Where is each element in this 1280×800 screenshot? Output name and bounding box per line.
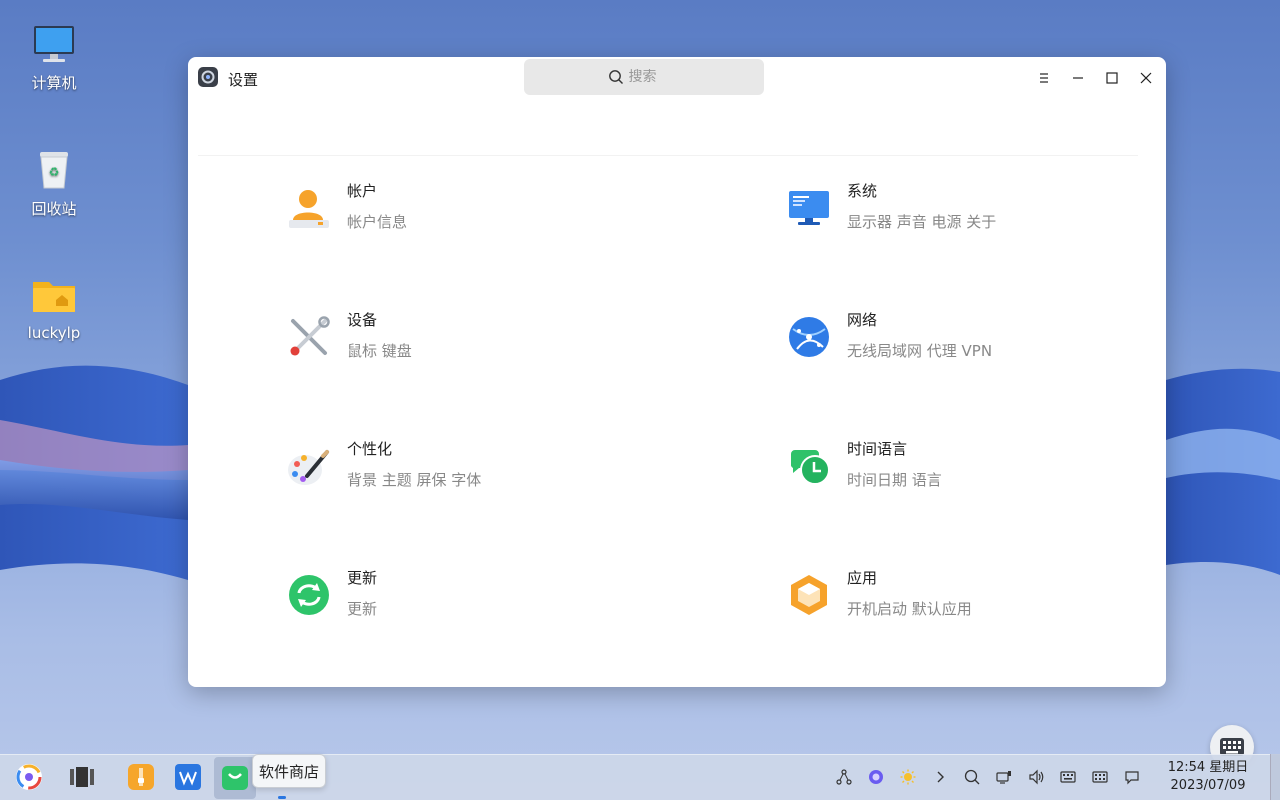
tray-network-share[interactable] (834, 767, 854, 787)
tray-brightness[interactable] (898, 767, 918, 787)
trash-icon: ♻ (40, 152, 68, 189)
settings-item-update[interactable]: 更新 更新 (287, 567, 687, 627)
desktop-icon-computer[interactable]: 计算机 (14, 20, 94, 93)
clock[interactable]: 12:54 星期日 2023/07/09 (1166, 759, 1250, 795)
item-title: 时间语言 (847, 440, 908, 458)
message-icon (1125, 771, 1139, 785)
keyboard-grid-icon (1092, 771, 1108, 783)
show-desktop-button[interactable] (1270, 754, 1280, 800)
item-subtitle: 帐户信息 (347, 213, 408, 231)
search-box[interactable] (524, 59, 764, 95)
globe-icon (789, 317, 829, 357)
item-subtitle: 鼠标 键盘 (347, 342, 412, 360)
tray-app-status[interactable] (866, 767, 886, 787)
refresh-icon (289, 575, 329, 615)
settings-item-account[interactable]: 帐户 帐户信息 (287, 180, 687, 240)
archive-app-icon (128, 764, 154, 790)
item-title: 更新 (347, 569, 378, 587)
tray-wired-network[interactable] (994, 767, 1014, 787)
settings-app-icon (198, 67, 218, 87)
store-bag-icon (222, 766, 248, 790)
item-subtitle: 时间日期 语言 (847, 471, 942, 489)
content-divider (198, 155, 1138, 156)
clock-time: 12:54 星期日 (1167, 760, 1249, 775)
item-title: 应用 (847, 569, 878, 587)
taskbar-app-software-store[interactable] (219, 761, 251, 793)
multitask-icon (70, 767, 94, 787)
item-subtitle: 更新 (347, 600, 378, 618)
palette-icon (288, 450, 329, 485)
keyboard-icon (1060, 771, 1076, 783)
monitor-icon (789, 191, 829, 225)
tray-volume[interactable] (1026, 767, 1046, 787)
search-icon (964, 769, 980, 785)
status-circle-icon (869, 770, 883, 784)
start-menu-button[interactable] (13, 761, 45, 793)
maximize-button[interactable] (1101, 67, 1123, 89)
desktop-icon-home-folder[interactable]: luckylp (14, 272, 94, 342)
network-nodes-icon (836, 769, 852, 785)
desktop-icon-label: 计算机 (31, 74, 77, 92)
settings-item-network[interactable]: 网络 无线局域网 代理 VPN (787, 309, 1187, 369)
search-icon (608, 70, 623, 84)
close-button[interactable] (1135, 67, 1157, 89)
clock-date: 2023/07/09 (1170, 778, 1246, 793)
taskbar-tooltip: 软件商店 (252, 754, 327, 788)
settings-item-personalization[interactable]: 个性化 背景 主题 屏保 字体 (287, 438, 687, 498)
tools-icon (290, 316, 330, 356)
tray-search[interactable] (962, 767, 982, 787)
titlebar: 设置 (188, 57, 1166, 99)
network-monitor-icon (996, 771, 1011, 784)
user-icon (289, 190, 329, 228)
settings-item-system[interactable]: 系统 显示器 声音 电源 关于 (787, 180, 1187, 240)
item-title: 个性化 (347, 440, 393, 458)
taskbar: 12:54 星期日 2023/07/09 (0, 754, 1280, 800)
settings-item-time-language[interactable]: 时间语言 时间日期 语言 (787, 438, 1187, 498)
desktop-icon-label: 回收站 (31, 200, 77, 218)
multitask-view-button[interactable] (66, 761, 98, 793)
start-logo-icon (16, 764, 42, 790)
window-title: 设置 (228, 71, 259, 89)
sun-icon (900, 769, 916, 785)
item-title: 设备 (347, 311, 378, 329)
wps-app-icon (175, 764, 201, 790)
volume-icon (1029, 769, 1044, 785)
clock-chat-icon (790, 450, 830, 485)
svg-text:♻: ♻ (49, 165, 60, 179)
tray-expand[interactable] (930, 767, 950, 787)
tray-notifications[interactable] (1122, 767, 1142, 787)
menu-button[interactable] (1033, 67, 1055, 89)
item-subtitle: 显示器 声音 电源 关于 (847, 213, 997, 231)
taskbar-app-wps[interactable] (172, 761, 204, 793)
maximize-icon (1106, 72, 1118, 84)
taskbar-app-file-manager[interactable] (125, 761, 157, 793)
item-subtitle: 开机启动 默认应用 (847, 600, 972, 618)
close-icon (1140, 72, 1152, 84)
tray-input-method[interactable] (1058, 767, 1078, 787)
settings-item-applications[interactable]: 应用 开机启动 默认应用 (787, 567, 1187, 627)
item-subtitle: 无线局域网 代理 VPN (847, 342, 993, 360)
desktop-icon-label: luckylp (27, 324, 81, 342)
app-cube-icon (791, 575, 827, 615)
item-title: 帐户 (347, 182, 378, 200)
settings-window: 设置 搜索 帐户 帐户信息 系统 显示器 声音 电源 关于 设备 鼠标 键盘 网… (188, 57, 1166, 687)
monitor-icon (34, 26, 74, 62)
minimize-icon (1073, 77, 1083, 79)
settings-item-devices[interactable]: 设备 鼠标 键盘 (287, 309, 687, 369)
home-folder-icon (33, 282, 75, 312)
hamburger-icon (1040, 73, 1048, 83)
item-title: 网络 (847, 311, 878, 329)
desktop-icon-trash[interactable]: ♻ 回收站 (14, 146, 94, 219)
item-subtitle: 背景 主题 屏保 字体 (347, 471, 482, 489)
tray-virtual-keyboard[interactable] (1090, 767, 1110, 787)
search-input[interactable] (628, 69, 681, 85)
chevron-right-icon (937, 771, 944, 783)
item-title: 系统 (847, 182, 878, 200)
minimize-button[interactable] (1067, 67, 1089, 89)
running-indicator (278, 796, 286, 799)
